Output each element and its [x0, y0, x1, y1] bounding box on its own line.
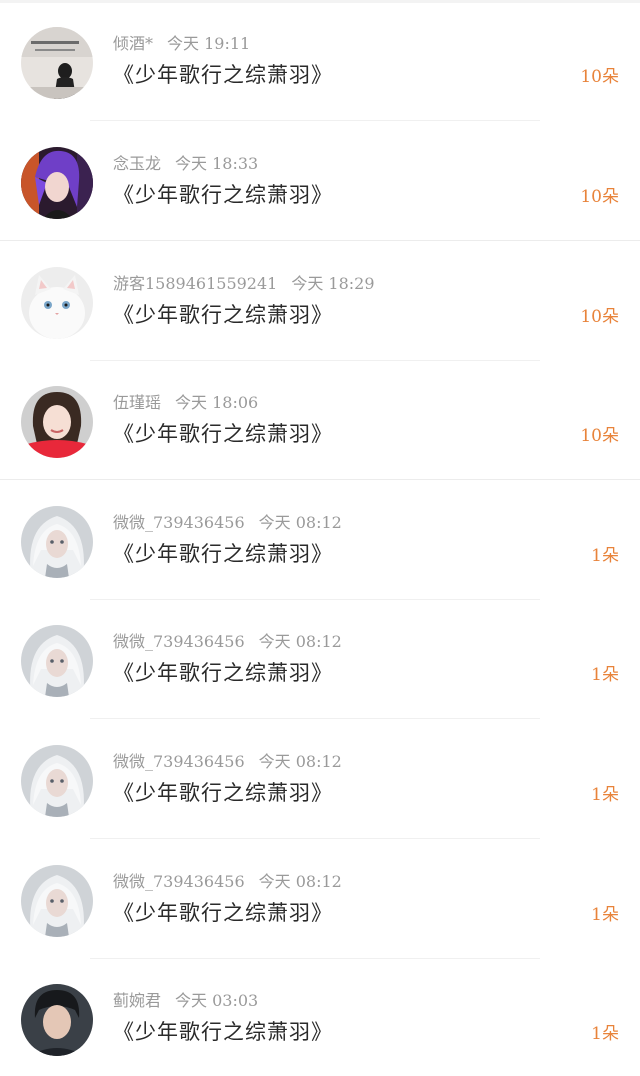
username[interactable]: 蓟婉君: [113, 991, 161, 1010]
avatar-quote-card-icon: [21, 27, 93, 99]
book-title[interactable]: 《少年歌行之综萧羽》: [113, 60, 333, 90]
username[interactable]: 伍瑾瑶: [113, 393, 161, 412]
list-item[interactable]: 微微_739436456 今天 08:12 《少年歌行之综萧羽》 1朵: [0, 479, 640, 600]
username[interactable]: 微微_739436456: [113, 872, 245, 891]
gift-amount: 1朵: [591, 665, 619, 685]
book-title[interactable]: 《少年歌行之综萧羽》: [113, 180, 333, 210]
avatar-white-hair-doll-icon: [21, 745, 93, 817]
gift-amount: 1朵: [591, 905, 619, 925]
row-meta: 微微_739436456 今天 08:12: [113, 512, 342, 534]
gift-amount: 1朵: [591, 1024, 619, 1044]
row-meta: 游客1589461559241 今天 18:29: [113, 273, 375, 295]
avatar-white-hair-doll-icon: [21, 506, 93, 578]
book-title[interactable]: 《少年歌行之综萧羽》: [113, 898, 333, 928]
timestamp: 今天 08:12: [258, 872, 342, 891]
book-title[interactable]: 《少年歌行之综萧羽》: [113, 539, 333, 569]
gift-amount: 10朵: [580, 307, 619, 327]
timestamp: 今天 19:11: [167, 34, 251, 53]
avatar[interactable]: [21, 984, 93, 1056]
row-meta: 念玉龙 今天 18:33: [113, 153, 258, 175]
gift-amount: 10朵: [580, 187, 619, 207]
gift-amount: 10朵: [580, 426, 619, 446]
row-meta: 微微_739436456 今天 08:12: [113, 631, 342, 653]
list-item[interactable]: 微微_739436456 今天 08:12 《少年歌行之综萧羽》 1朵: [0, 598, 640, 719]
username[interactable]: 念玉龙: [113, 154, 161, 173]
row-meta: 微微_739436456 今天 08:12: [113, 871, 342, 893]
avatar-white-hair-doll-icon: [21, 865, 93, 937]
list-item[interactable]: 倾酒* 今天 19:11 《少年歌行之综萧羽》 10朵: [0, 0, 640, 121]
avatar[interactable]: [21, 147, 93, 219]
avatar[interactable]: [21, 745, 93, 817]
book-title[interactable]: 《少年歌行之综萧羽》: [113, 658, 333, 688]
avatar-boy-dark-icon: [21, 984, 93, 1056]
avatar[interactable]: [21, 865, 93, 937]
avatar[interactable]: [21, 625, 93, 697]
username[interactable]: 微微_739436456: [113, 752, 245, 771]
list-item[interactable]: 微微_739436456 今天 08:12 《少年歌行之综萧羽》 1朵: [0, 838, 640, 959]
username[interactable]: 游客1589461559241: [113, 274, 277, 293]
timestamp: 今天 18:06: [175, 393, 259, 412]
row-meta: 微微_739436456 今天 08:12: [113, 751, 342, 773]
timestamp: 今天 08:12: [258, 752, 342, 771]
book-title[interactable]: 《少年歌行之综萧羽》: [113, 300, 333, 330]
list-item[interactable]: 念玉龙 今天 18:33 《少年歌行之综萧羽》 10朵: [0, 120, 640, 241]
avatar[interactable]: [21, 386, 93, 458]
row-meta: 伍瑾瑶 今天 18:06: [113, 392, 258, 414]
timestamp: 今天 03:03: [175, 991, 259, 1010]
username[interactable]: 倾酒*: [113, 34, 153, 53]
list-item[interactable]: 微微_739436456 今天 08:12 《少年歌行之综萧羽》 1朵: [0, 718, 640, 839]
list-item[interactable]: 蓟婉君 今天 03:03 《少年歌行之综萧羽》 1朵: [0, 957, 640, 1076]
book-title[interactable]: 《少年歌行之综萧羽》: [113, 419, 333, 449]
avatar[interactable]: [21, 27, 93, 99]
list-item[interactable]: 伍瑾瑶 今天 18:06 《少年歌行之综萧羽》 10朵: [0, 359, 640, 480]
avatar[interactable]: [21, 506, 93, 578]
timestamp: 今天 18:33: [175, 154, 259, 173]
row-meta: 倾酒* 今天 19:11: [113, 33, 250, 55]
username[interactable]: 微微_739436456: [113, 632, 245, 651]
timestamp: 今天 08:12: [258, 632, 342, 651]
gift-amount: 10朵: [580, 67, 619, 87]
gift-amount: 1朵: [591, 785, 619, 805]
timestamp: 今天 08:12: [258, 513, 342, 532]
book-title[interactable]: 《少年歌行之综萧羽》: [113, 1017, 333, 1047]
username[interactable]: 微微_739436456: [113, 513, 245, 532]
avatar-white-cat-icon: [21, 267, 93, 339]
avatar-girl-red-icon: [21, 386, 93, 458]
row-meta: 蓟婉君 今天 03:03: [113, 990, 258, 1012]
timestamp: 今天 18:29: [291, 274, 375, 293]
book-title[interactable]: 《少年歌行之综萧羽》: [113, 778, 333, 808]
gift-amount: 1朵: [591, 546, 619, 566]
avatar-white-hair-doll-icon: [21, 625, 93, 697]
list-item[interactable]: 游客1589461559241 今天 18:29 《少年歌行之综萧羽》 10朵: [0, 240, 640, 361]
avatar-purple-hair-icon: [21, 147, 93, 219]
avatar[interactable]: [21, 267, 93, 339]
